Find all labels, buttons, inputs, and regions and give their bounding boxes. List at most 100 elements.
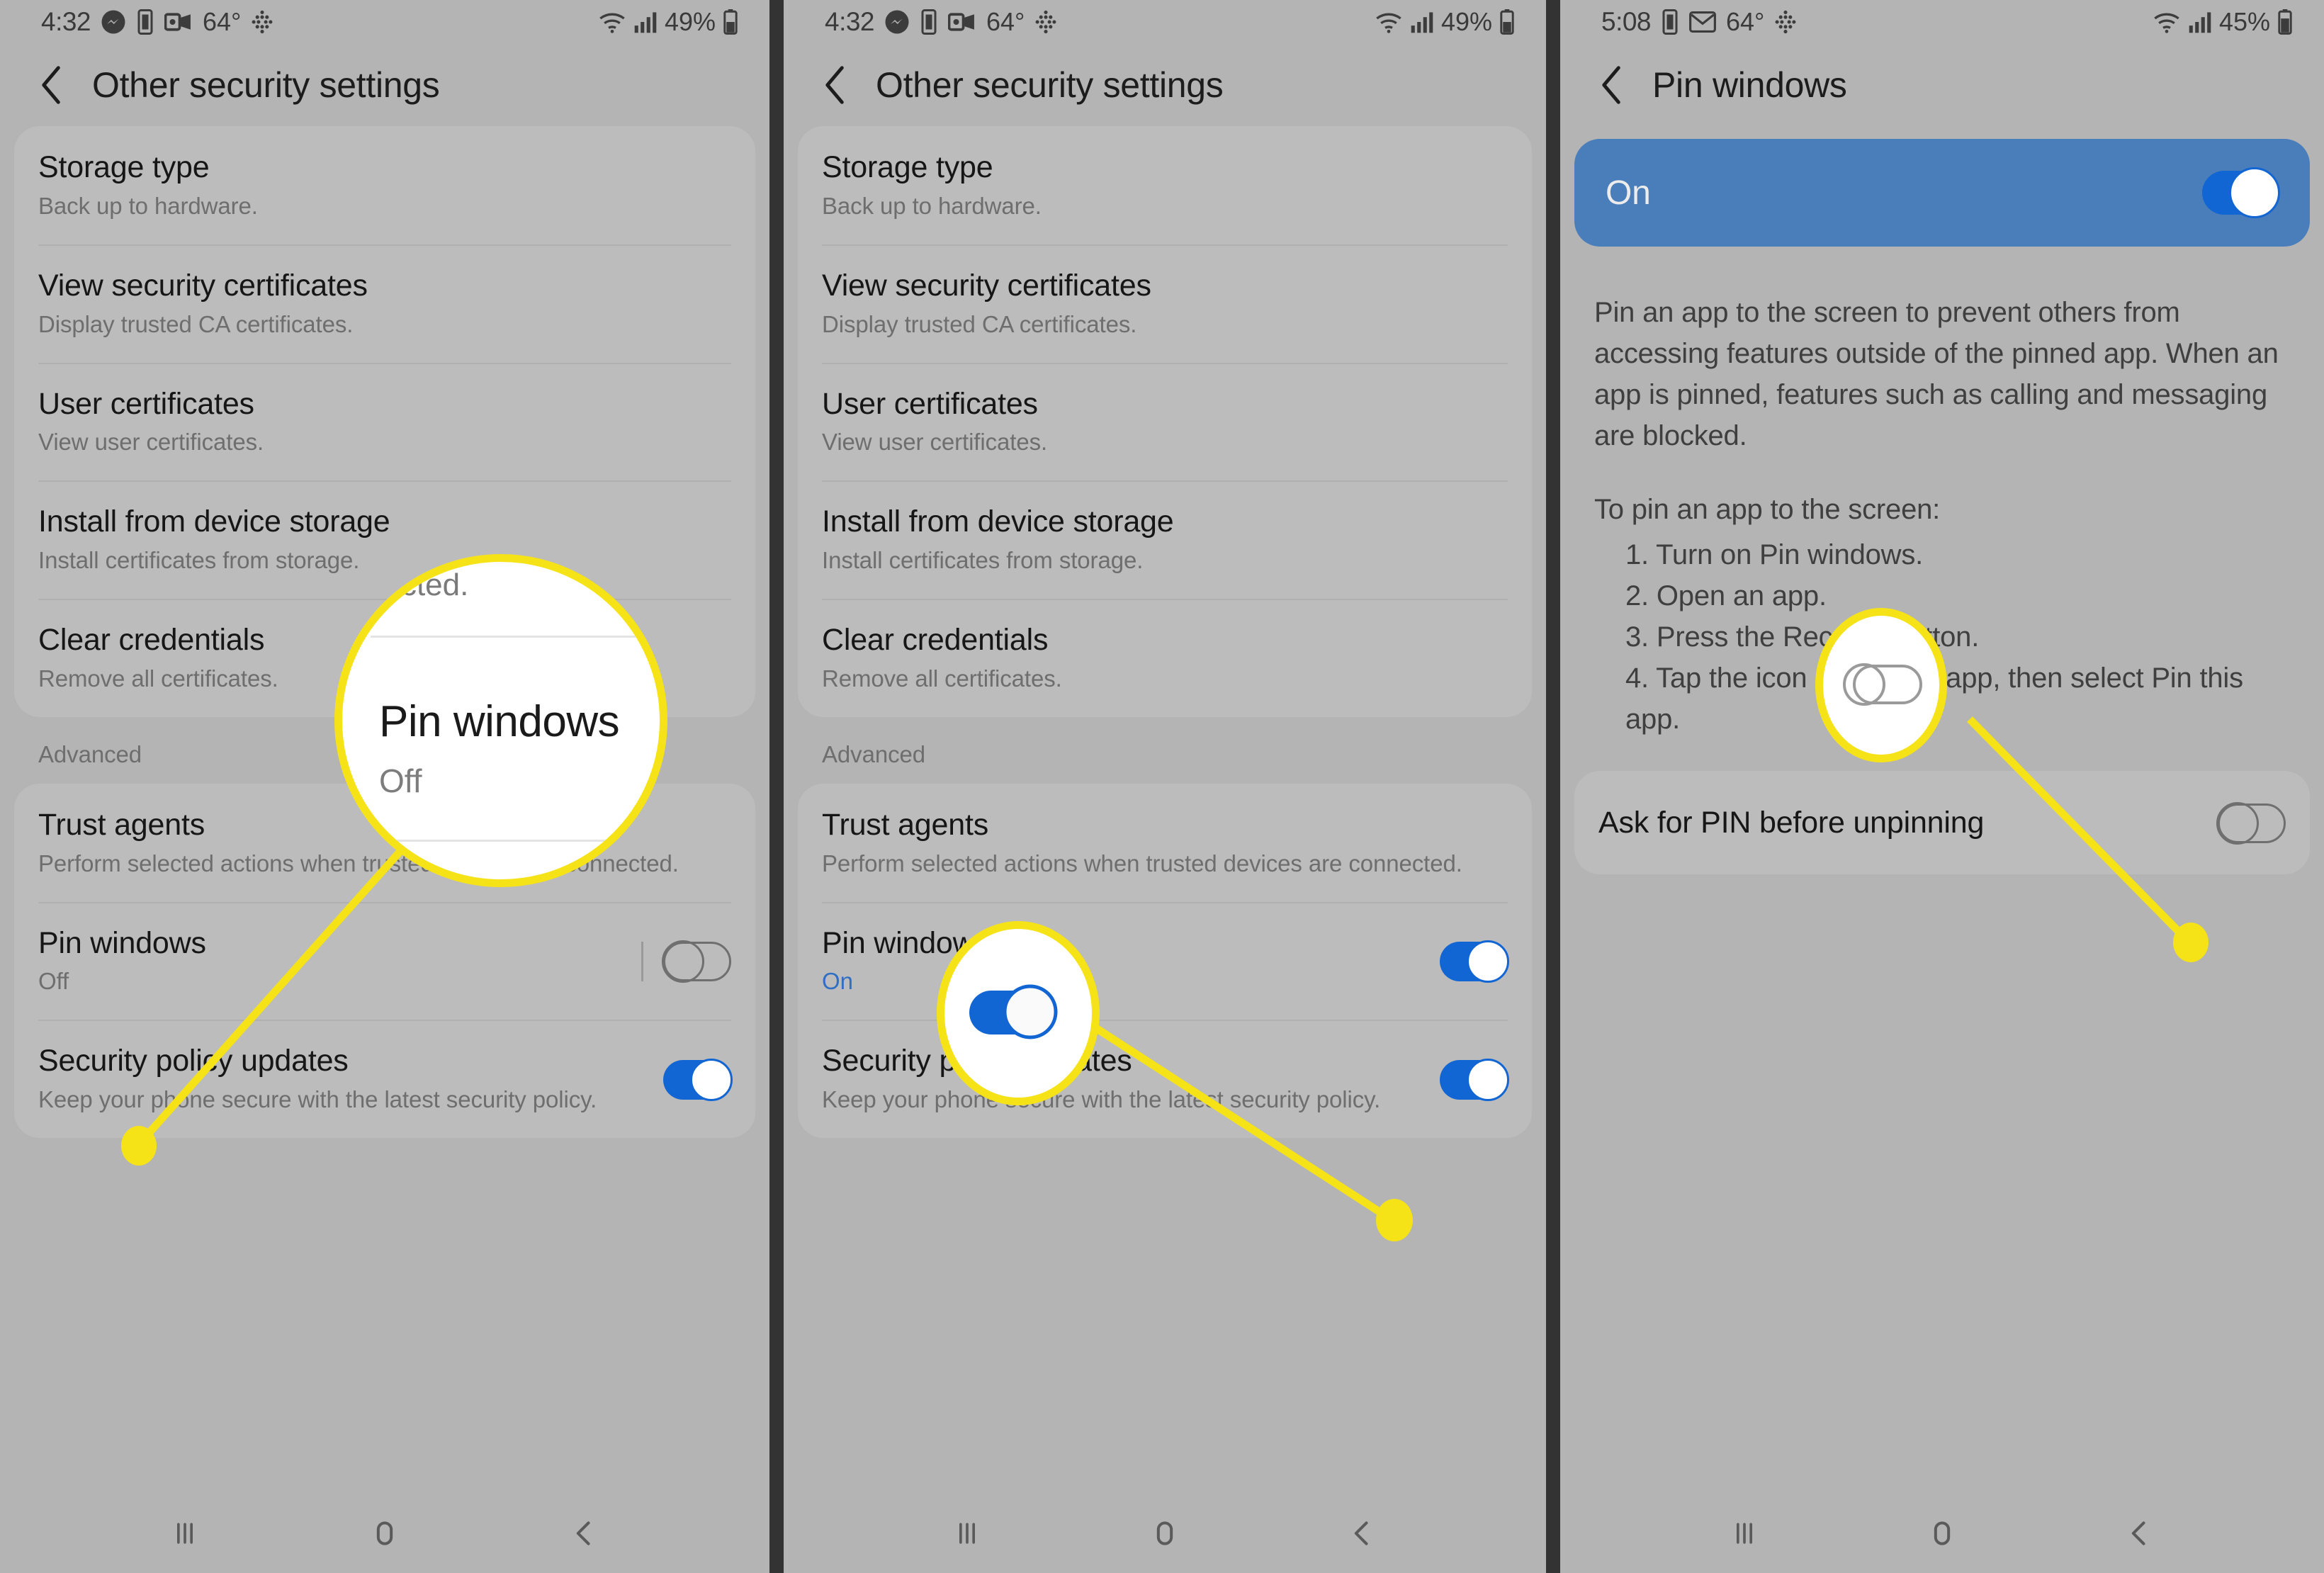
magnified-divider bbox=[378, 840, 660, 842]
status-right-2: 49% bbox=[1375, 7, 1515, 37]
home-icon[interactable] bbox=[369, 1518, 400, 1549]
list-item[interactable]: Storage type Back up to hardware. bbox=[38, 126, 731, 244]
status-time: 4:32 bbox=[825, 7, 875, 36]
list-item[interactable]: User certificates View user certificates… bbox=[38, 362, 731, 481]
signal-icon bbox=[1410, 10, 1434, 34]
toggle-knob bbox=[1467, 1058, 1509, 1101]
wifi-icon bbox=[1375, 10, 1403, 34]
back-icon[interactable] bbox=[1347, 1518, 1378, 1549]
toggle-knob bbox=[1467, 940, 1509, 983]
security-policy-toggle[interactable] bbox=[1440, 1058, 1509, 1101]
pin-windows-master-switch[interactable]: On bbox=[1574, 139, 2310, 247]
list-item-subtitle: Install certificates from storage. bbox=[822, 547, 1144, 574]
dots-icon bbox=[1034, 10, 1057, 34]
toggle-divider bbox=[641, 941, 643, 981]
recents-icon[interactable] bbox=[169, 1518, 201, 1549]
magnified-subtitle: Off bbox=[379, 762, 422, 799]
list-item-title: Pin windows bbox=[38, 925, 206, 960]
three-screen-comparison: 4:32 64° 49% Other security settings Sto… bbox=[0, 0, 2324, 1573]
list-item-title: Clear credentials bbox=[822, 623, 1049, 658]
list-item-security-policy-updates[interactable]: Security policy updates Keep your phone … bbox=[38, 1020, 733, 1138]
back-icon[interactable] bbox=[569, 1518, 600, 1549]
magnified-title: Pin windows bbox=[379, 697, 620, 746]
advanced-card-2: Trust agents Perform selected actions wh… bbox=[798, 783, 1532, 1139]
list-item[interactable]: Clear credentials Remove all certificate… bbox=[822, 599, 1508, 717]
list-item-ask-for-pin[interactable]: Ask for PIN before unpinning bbox=[1598, 771, 2286, 874]
list-item[interactable]: View security certificates Display trust… bbox=[38, 244, 731, 363]
list-item-subtitle: Perform selected actions when trusted de… bbox=[822, 850, 1462, 876]
list-item-pin-windows[interactable]: Pin windows On bbox=[822, 901, 1509, 1020]
status-left-2: 4:32 64° bbox=[825, 7, 1057, 37]
list-item-subtitle: Keep your phone secure with the latest s… bbox=[822, 1086, 1381, 1113]
list-item[interactable]: User certificates View user certificates… bbox=[822, 362, 1508, 481]
battery-icon bbox=[1499, 9, 1515, 35]
recents-icon[interactable] bbox=[1729, 1518, 1760, 1549]
home-icon[interactable] bbox=[1149, 1518, 1180, 1549]
list-item[interactable]: Install from device storage Install cert… bbox=[822, 480, 1508, 599]
back-chevron-icon[interactable] bbox=[1600, 65, 1624, 105]
battery-icon bbox=[723, 9, 738, 35]
glass-icon bbox=[920, 9, 938, 35]
toggle-knob bbox=[1843, 663, 1885, 706]
list-item-subtitle: On bbox=[822, 968, 853, 995]
list-item: 3. Press the Recents button. bbox=[1625, 621, 1980, 653]
toggle-track bbox=[1853, 664, 1922, 704]
description-paragraph-2: To pin an app to the screen: bbox=[1594, 494, 1941, 525]
pin-windows-toggle[interactable] bbox=[1440, 940, 1509, 983]
list-item-title: Security policy updates bbox=[822, 1044, 1132, 1078]
back-icon[interactable] bbox=[2124, 1518, 2155, 1549]
list-item-pin-windows[interactable]: Pin windows Off bbox=[38, 901, 731, 1020]
app-bar-1: Other security settings bbox=[0, 44, 769, 126]
list-item[interactable]: View security certificates Display trust… bbox=[822, 244, 1508, 363]
list-item-security-policy-updates[interactable]: Security policy updates Keep your phone … bbox=[822, 1020, 1509, 1138]
status-battery-percent: 49% bbox=[1440, 7, 1492, 36]
status-time: 5:08 bbox=[1601, 7, 1652, 36]
status-battery-percent: 45% bbox=[2218, 7, 2270, 36]
phone-screen-2: 4:32 64° 49% Other security settings Sto… bbox=[784, 0, 1546, 1573]
list-item-title: User certificates bbox=[38, 386, 254, 421]
outlook-icon bbox=[948, 11, 976, 33]
toggle-knob bbox=[1003, 984, 1058, 1039]
list-item-subtitle: Back up to hardware. bbox=[822, 192, 1042, 219]
dots-icon bbox=[1774, 10, 1797, 34]
pin-windows-toggle[interactable] bbox=[662, 940, 731, 983]
list-item-title: Ask for PIN before unpinning bbox=[1598, 806, 1985, 840]
status-left-3: 5:08 64° bbox=[1601, 7, 1797, 37]
list-item-title: Storage type bbox=[822, 150, 993, 184]
list-item-subtitle: View user certificates. bbox=[822, 429, 1048, 456]
recents-icon[interactable] bbox=[952, 1518, 983, 1549]
signal-icon bbox=[2188, 10, 2212, 34]
status-temperature: 64° bbox=[203, 7, 242, 36]
glass-icon bbox=[136, 9, 154, 35]
list-item-subtitle: Display trusted CA certificates. bbox=[822, 310, 1137, 337]
master-toggle[interactable] bbox=[2202, 167, 2280, 218]
list-item[interactable]: Storage type Back up to hardware. bbox=[822, 126, 1508, 244]
magnified-text-above: nected. bbox=[366, 568, 469, 602]
ask-for-pin-toggle[interactable] bbox=[2216, 802, 2286, 845]
wifi-icon bbox=[598, 10, 626, 34]
list-item: 1. Turn on Pin windows. bbox=[1625, 539, 1924, 570]
toggle-knob bbox=[2229, 167, 2280, 218]
status-time: 4:32 bbox=[41, 7, 91, 36]
list-item-title: Pin windows bbox=[822, 925, 990, 960]
toggle-knob bbox=[2216, 802, 2259, 845]
toggle-knob bbox=[690, 1058, 733, 1101]
magnified-toggle-off bbox=[1834, 655, 1928, 716]
outlook-icon bbox=[164, 11, 193, 33]
page-title: Pin windows bbox=[1652, 65, 1847, 105]
list-item-subtitle: View user certificates. bbox=[38, 429, 264, 456]
list-item-trust-agents[interactable]: Trust agents Perform selected actions wh… bbox=[822, 784, 1508, 902]
section-header-advanced: Advanced bbox=[822, 740, 925, 767]
back-chevron-icon[interactable] bbox=[40, 65, 64, 105]
status-left-1: 4:32 64° bbox=[41, 7, 273, 37]
ask-pin-card: Ask for PIN before unpinning bbox=[1574, 771, 2310, 874]
nav-bar-3 bbox=[1560, 1494, 2324, 1573]
back-chevron-icon[interactable] bbox=[823, 65, 847, 105]
magnifier-callout-3 bbox=[1815, 608, 1947, 762]
home-icon[interactable] bbox=[1927, 1518, 1958, 1549]
list-item-subtitle: Back up to hardware. bbox=[38, 192, 258, 219]
messenger-icon bbox=[884, 9, 910, 35]
magnifier-callout-2 bbox=[937, 921, 1100, 1105]
security-policy-toggle[interactable] bbox=[663, 1058, 733, 1101]
magnified-divider bbox=[371, 636, 660, 638]
